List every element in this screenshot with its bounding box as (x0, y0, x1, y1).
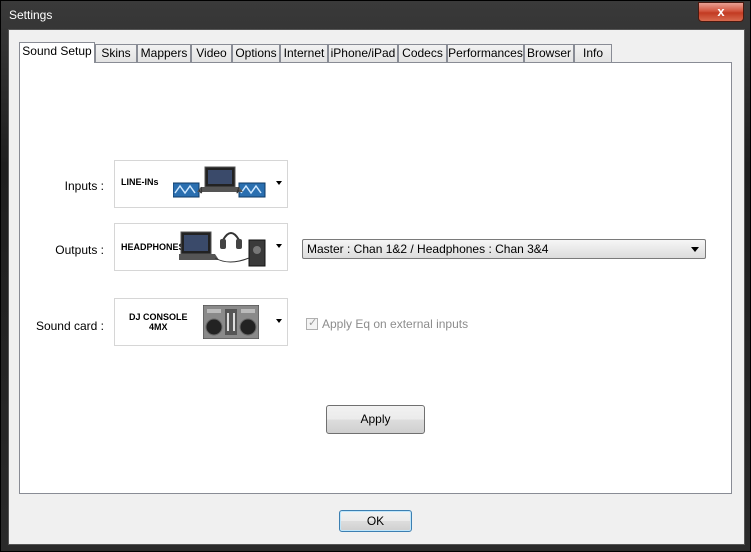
tab-performances[interactable]: Performances (447, 44, 524, 62)
soundcard-device-text-line1: DJ CONSOLE (129, 312, 188, 322)
tab-browser[interactable]: Browser (524, 44, 574, 62)
outputs-label: Outputs : (55, 243, 104, 257)
output-routing-select[interactable]: Master : Chan 1&2 / Headphones : Chan 3&… (302, 239, 706, 259)
chevron-down-icon (276, 319, 282, 323)
outputs-device-text: HEADPHONES (121, 242, 185, 252)
outputs-device-select[interactable]: HEADPHONES (114, 223, 288, 271)
apply-eq-checkbox[interactable]: ✓ (306, 317, 318, 330)
inputs-label: Inputs : (64, 179, 104, 193)
close-button[interactable]: x (698, 2, 744, 22)
tab-info[interactable]: Info (574, 44, 612, 62)
soundcard-label: Sound card : (35, 319, 104, 333)
tab-iphone-ipad[interactable]: iPhone/iPad (328, 44, 398, 62)
chevron-down-icon (691, 247, 699, 252)
inputs-device-text: LINE-INs (121, 177, 159, 187)
apply-button[interactable]: Apply (326, 405, 425, 434)
soundcard-device-select[interactable]: DJ CONSOLE 4MX (114, 298, 288, 346)
soundcard-device-text-line2: 4MX (149, 322, 168, 332)
apply-eq-label: Apply Eq on external inputs (322, 317, 469, 331)
close-icon: x (717, 4, 725, 19)
checkmark-icon: ✓ (308, 317, 318, 329)
chevron-down-icon (276, 181, 282, 185)
dj-console-illustration-icon (203, 305, 259, 339)
tab-options[interactable]: Options (232, 44, 280, 62)
line-in-illustration-icon (173, 166, 266, 198)
window-title: Settings (9, 8, 53, 22)
chevron-down-icon (276, 244, 282, 248)
output-routing-value: Master : Chan 1&2 / Headphones : Chan 3&… (307, 242, 549, 256)
tab-video[interactable]: Video (191, 44, 232, 62)
inputs-device-select[interactable]: LINE-INs (114, 160, 288, 208)
tab-mappers[interactable]: Mappers (137, 44, 191, 62)
title-bar[interactable]: Settings x (1, 1, 750, 29)
settings-window: Settings x Sound Setup Skins Mappers Vid… (0, 0, 751, 552)
headphones-illustration-icon (179, 231, 266, 267)
sound-setup-panel: Inputs : LINE-INs Outputs : HEADPHONES M… (19, 62, 732, 494)
tab-sound-setup[interactable]: Sound Setup (19, 42, 95, 63)
tab-codecs[interactable]: Codecs (398, 44, 447, 62)
dialog-client-area: Sound Setup Skins Mappers Video Options … (8, 29, 745, 545)
ok-button[interactable]: OK (339, 510, 412, 532)
tab-internet[interactable]: Internet (280, 44, 328, 62)
tab-skins[interactable]: Skins (95, 44, 137, 62)
